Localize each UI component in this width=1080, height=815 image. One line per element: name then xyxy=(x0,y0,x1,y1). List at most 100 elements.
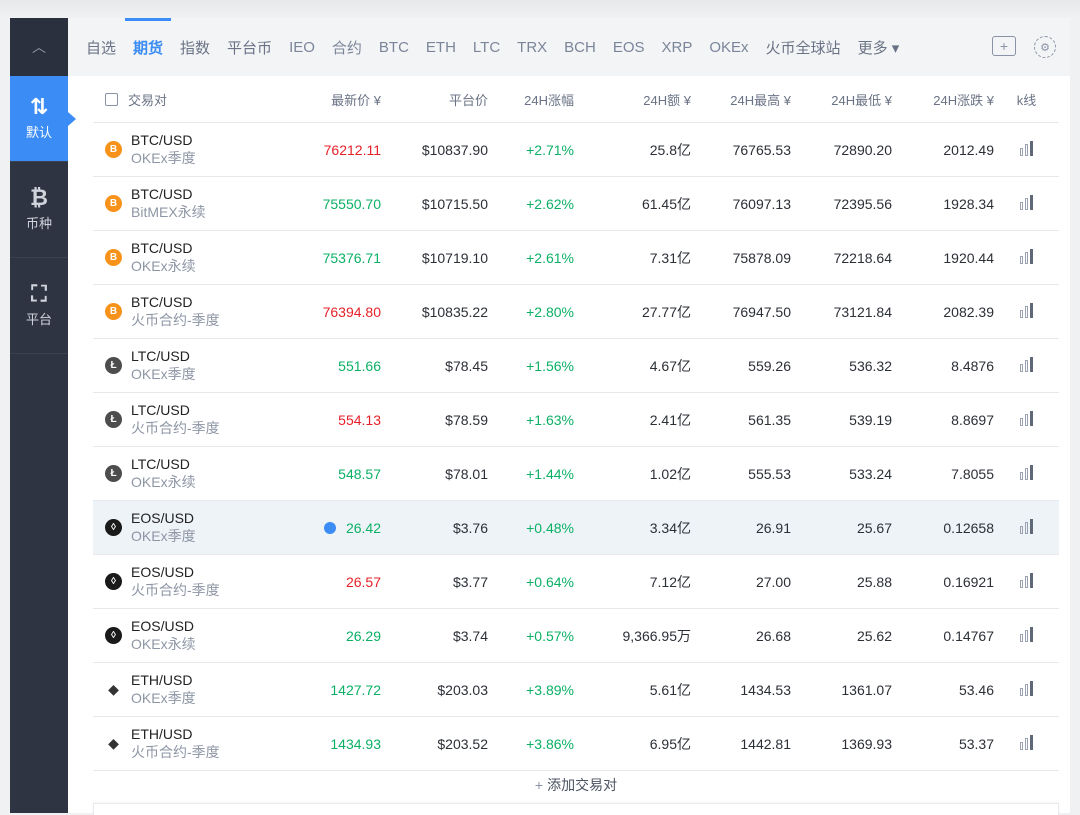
exchange-name: OKEx季度 xyxy=(131,527,196,544)
collapse-button[interactable]: ︿ xyxy=(10,18,68,76)
col-volume[interactable]: 24H额 ¥ xyxy=(586,90,691,109)
kline-icon[interactable] xyxy=(994,572,1059,591)
table-row[interactable]: Ł LTC/USD 火币合约-季度 554.13 $78.59 +1.63% 2.41亿 56… xyxy=(93,393,1059,447)
kline-icon[interactable] xyxy=(994,626,1059,645)
kline-icon[interactable] xyxy=(994,356,1059,375)
table-row[interactable]: ◊ EOS/USD OKEx季度 26.42 $3.76 +0.48% 3.34亿 26.91… xyxy=(93,501,1059,555)
last-price-value: 76212.11 xyxy=(323,141,381,158)
add-pair-button[interactable]: + 添加交易对 xyxy=(93,770,1059,800)
col-low[interactable]: 24H最低 ¥ xyxy=(791,90,892,109)
folder-plus-icon[interactable]: + xyxy=(992,36,1016,56)
col-change-pct[interactable]: 24H涨幅 xyxy=(488,90,586,109)
sidebar-item-coin[interactable]: ₿ 币种 xyxy=(10,162,68,258)
sidebar-item-label: 平台 xyxy=(25,312,52,327)
platform-price: $203.03 xyxy=(437,681,488,698)
tab-item[interactable]: TRX xyxy=(517,18,547,76)
high-price: 555.53 xyxy=(748,465,791,482)
platform-price: $78.59 xyxy=(445,411,488,428)
high-price: 1442.81 xyxy=(740,735,791,752)
tab-item[interactable]: 合约 xyxy=(332,18,362,76)
kline-icon[interactable] xyxy=(994,680,1059,699)
table-row[interactable]: B BTC/USD BitMEX永续 75550.70 $10715.50 +2.62% 6… xyxy=(93,177,1059,231)
col-high[interactable]: 24H最高 ¥ xyxy=(691,90,791,109)
high-price: 559.26 xyxy=(748,357,791,374)
pair-name: LTC/USD xyxy=(131,455,190,472)
pair-name: BTC/USD xyxy=(131,185,193,202)
last-price: 76394.80 xyxy=(303,304,381,320)
sidebar-item-default[interactable]: ⇅ 默认 xyxy=(10,76,76,162)
top-band xyxy=(0,0,1080,18)
low-price: 25.62 xyxy=(856,627,892,644)
pair-name: BTC/USD xyxy=(131,131,193,148)
kline-icon[interactable] xyxy=(994,194,1059,213)
tab-item[interactable]: ETH xyxy=(426,18,456,76)
volume: 7.12亿 xyxy=(649,573,691,590)
pair-cell: Ł LTC/USD OKEx季度 xyxy=(93,348,303,384)
high-price: 27.00 xyxy=(755,573,791,590)
kline-icon[interactable] xyxy=(994,518,1059,537)
tab-item[interactable]: BCH xyxy=(564,18,596,76)
tab-item[interactable]: 更多 ▾ xyxy=(858,18,900,76)
change-abs: 1920.44 xyxy=(943,249,994,266)
change-pct: +0.64% xyxy=(526,573,574,590)
low-price: 25.88 xyxy=(856,573,892,590)
table-row[interactable]: ◊ EOS/USD 火币合约-季度 26.57 $3.77 +0.64% 7.12亿 27.0… xyxy=(93,555,1059,609)
tab-item[interactable]: BTC xyxy=(379,18,409,76)
table-row[interactable]: ◊ EOS/USD OKEx永续 26.29 $3.74 +0.57% 9,366.95万 2… xyxy=(93,609,1059,663)
pair-name: ETH/USD xyxy=(131,671,193,688)
bitcoin-icon: ₿ xyxy=(30,185,48,210)
high-price: 76097.13 xyxy=(732,195,791,212)
tab-item[interactable]: EOS xyxy=(613,18,645,76)
table-row[interactable]: B BTC/USD 火币合约-季度 76394.80 $10835.22 +2.80% 27… xyxy=(93,285,1059,339)
tab-item[interactable]: 自选 xyxy=(86,18,116,76)
tab-item[interactable]: LTC xyxy=(473,18,500,76)
col-change-abs[interactable]: 24H涨跌 ¥ xyxy=(892,90,994,109)
sidebar-item-label: 币种 xyxy=(25,216,52,231)
platform-price: $78.01 xyxy=(445,465,488,482)
volume: 5.61亿 xyxy=(649,681,691,698)
last-price-value: 548.57 xyxy=(338,465,381,482)
edit-icon[interactable] xyxy=(105,92,118,106)
table-row[interactable]: ◆ ETH/USD 火币合约-季度 1434.93 $203.52 +3.86% 6.95亿… xyxy=(93,717,1059,771)
ltc-coin-icon: Ł xyxy=(105,357,122,374)
kline-icon[interactable] xyxy=(994,140,1059,159)
table-row[interactable]: B BTC/USD OKEx季度 76212.11 $10837.90 +2.71% 25.… xyxy=(93,123,1059,177)
table-row[interactable]: ◆ ETH/USD OKEx季度 1427.72 $203.03 +3.89% 5.61亿 1… xyxy=(93,663,1059,717)
volume: 27.77亿 xyxy=(641,303,691,320)
table-body: B BTC/USD OKEx季度 76212.11 $10837.90 +2.71% 25.… xyxy=(93,123,1059,771)
low-price: 72890.20 xyxy=(833,141,892,158)
table-row[interactable]: B BTC/USD OKEx永续 75376.71 $10719.10 +2.61% 7.3… xyxy=(93,231,1059,285)
volume: 25.8亿 xyxy=(649,141,691,158)
tab-item[interactable]: 指数 xyxy=(180,18,210,76)
volume: 61.45亿 xyxy=(641,195,691,212)
tab-item[interactable]: 平台币 xyxy=(227,18,272,76)
volume: 3.34亿 xyxy=(649,519,691,536)
tab-item[interactable]: XRP xyxy=(662,18,693,76)
kline-icon[interactable] xyxy=(994,302,1059,321)
tab-item[interactable]: 期货 xyxy=(125,18,172,76)
change-abs: 1928.34 xyxy=(943,195,994,212)
kline-icon[interactable] xyxy=(994,410,1059,429)
col-last-price[interactable]: 最新价 ¥ xyxy=(303,90,381,109)
gear-icon[interactable]: ⚙ xyxy=(1034,36,1056,58)
exchange-name: OKEx季度 xyxy=(131,365,196,382)
kline-icon[interactable] xyxy=(994,248,1059,267)
pair-name: ETH/USD xyxy=(131,725,193,742)
kline-icon[interactable] xyxy=(994,734,1059,753)
tab-item[interactable]: IEO xyxy=(289,18,315,76)
btc-coin-icon: B xyxy=(105,195,122,212)
tab-item[interactable]: 火币全球站 xyxy=(766,18,841,76)
last-price-value: 26.42 xyxy=(345,519,381,536)
table-row[interactable]: Ł LTC/USD OKEx季度 551.66 $78.45 +1.56% 4.67亿 559… xyxy=(93,339,1059,393)
sort-arrows-icon: ⇅ xyxy=(29,94,49,119)
sidebar-item-platform[interactable]: ⛶ 平台 xyxy=(10,258,68,354)
change-abs: 8.4876 xyxy=(951,357,994,374)
change-abs: 7.8055 xyxy=(951,465,994,482)
volume: 7.31亿 xyxy=(649,249,691,266)
kline-icon[interactable] xyxy=(994,464,1059,483)
tab-item[interactable]: OKEx xyxy=(709,18,748,76)
col-pair[interactable]: 交易对 xyxy=(93,90,303,109)
last-price-value: 75376.71 xyxy=(322,249,381,266)
col-platform-price[interactable]: 平台价 xyxy=(381,90,488,109)
table-row[interactable]: Ł LTC/USD OKEx永续 548.57 $78.01 +1.44% 1.02亿 555… xyxy=(93,447,1059,501)
